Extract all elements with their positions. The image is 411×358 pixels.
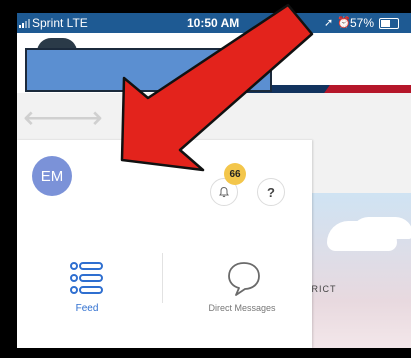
- forward-arrow-icon[interactable]: ⟶: [57, 101, 103, 133]
- tab-divider: [162, 253, 163, 303]
- notification-badge: 66: [224, 163, 246, 185]
- tab-direct-messages[interactable]: Direct Messages: [182, 253, 302, 323]
- tab-feed-label: Feed: [75, 303, 99, 314]
- bell-icon: [219, 186, 229, 198]
- user-avatar[interactable]: EM: [32, 156, 72, 196]
- location-arrow-icon: ➚: [324, 17, 334, 29]
- tab-direct-messages-label: Direct Messages: [208, 303, 276, 313]
- help-button[interactable]: ?: [257, 178, 285, 206]
- status-time: 10:50 AM: [187, 16, 240, 30]
- battery-percent: 57%: [350, 16, 375, 30]
- battery-icon: [379, 18, 399, 29]
- signal-bars-icon: [19, 17, 30, 28]
- hero-image: [312, 193, 411, 348]
- status-bar: Sprint LTE 10:50 AM ➚ ⏰ 57%: [17, 13, 411, 33]
- avatar-initials: EM: [40, 167, 64, 185]
- redaction-box: [25, 48, 272, 92]
- banner-stripe-red: [324, 85, 411, 93]
- tab-feed[interactable]: Feed: [37, 253, 137, 323]
- carrier-label: Sprint LTE: [32, 16, 88, 30]
- photo-frame: Sprint LTE 10:50 AM ➚ ⏰ 57% ⟵ ⟶ TRICT EM: [0, 0, 411, 358]
- phone-screen: Sprint LTE 10:50 AM ➚ ⏰ 57% ⟵ ⟶ TRICT EM: [17, 13, 411, 348]
- list-icon: [70, 262, 103, 294]
- chat-bubble-icon: [228, 262, 260, 296]
- cloud-graphic: [327, 221, 397, 251]
- alarm-icon: ⏰: [337, 17, 351, 29]
